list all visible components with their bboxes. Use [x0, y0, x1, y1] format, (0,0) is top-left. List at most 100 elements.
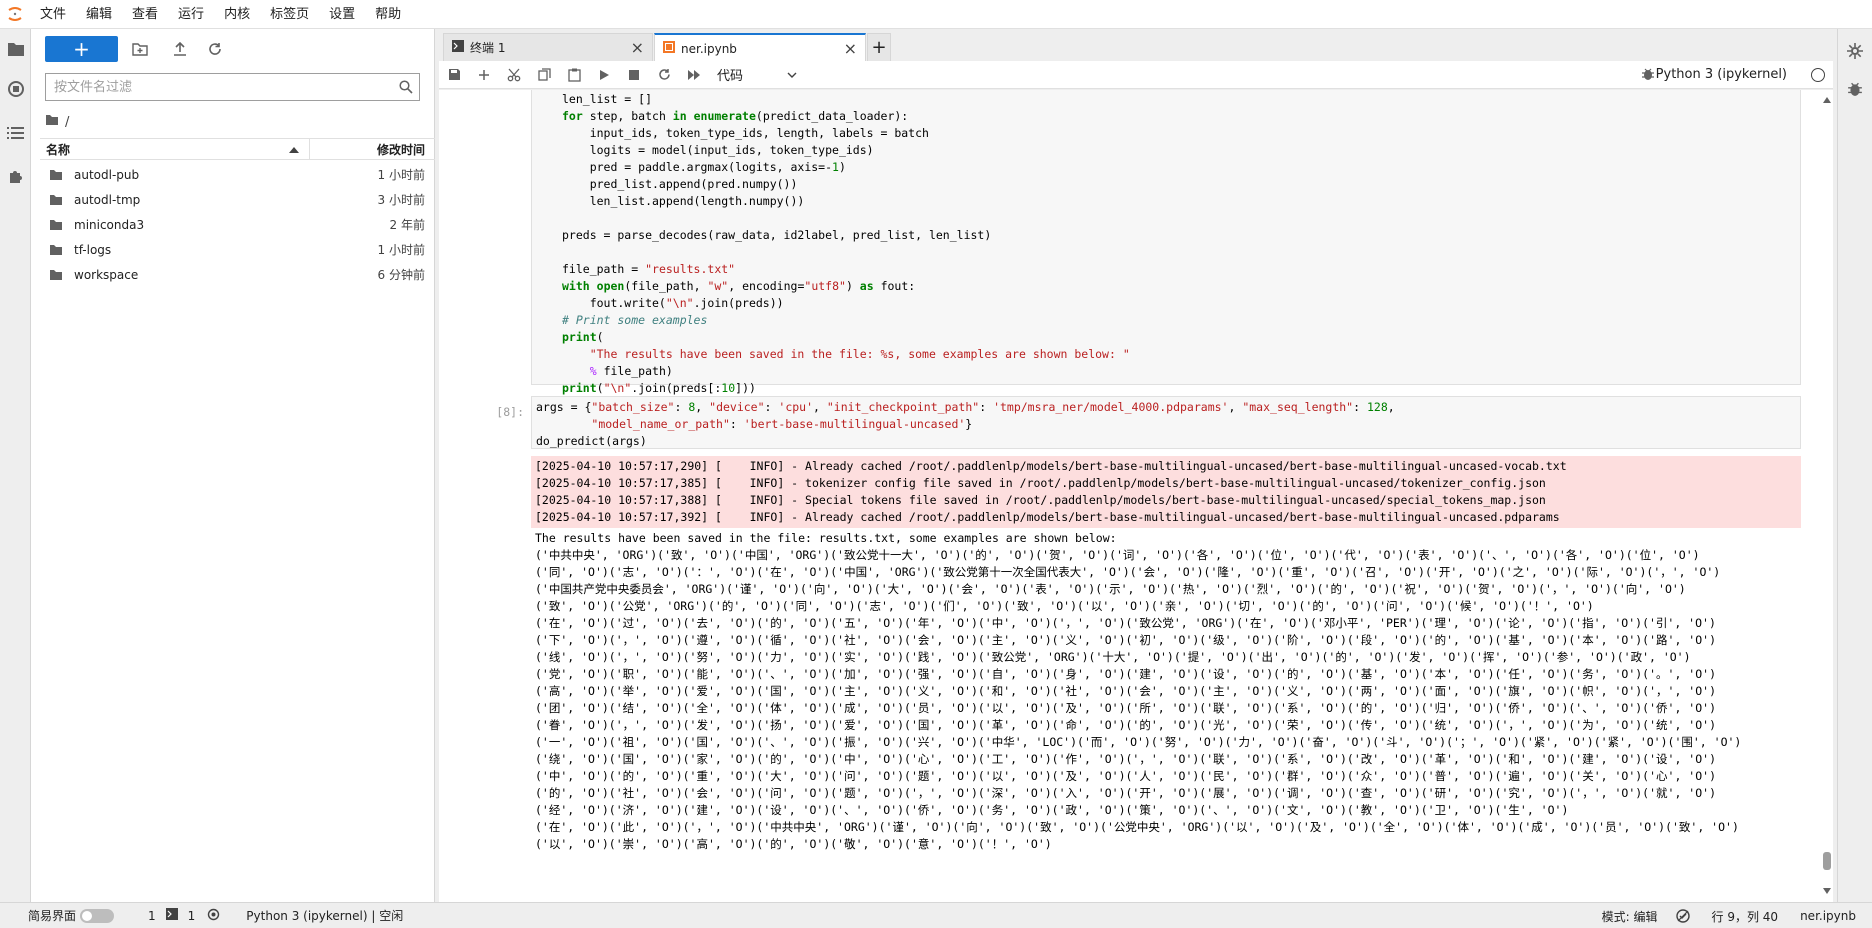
list-item[interactable]: miniconda3 2 年前 [40, 212, 435, 237]
list-item[interactable]: autodl-pub 1 小时前 [40, 162, 435, 187]
add-cell-icon[interactable] [469, 61, 499, 89]
kernel-status[interactable]: Python 3 (ipykernel) | 空闲 [240, 907, 409, 924]
code-line: % file_path) [589, 364, 673, 378]
menu-bar: 文件 编辑 查看 运行 内核 标签页 设置 帮助 [0, 0, 1872, 29]
terminal-count[interactable]: 1 1 [142, 908, 226, 924]
code-cell-editor[interactable]: pred_list = []len_list = []for step, bat… [531, 90, 1801, 395]
code-line: len_list.append(length.numpy()) [562, 194, 805, 208]
breadcrumb-root[interactable]: / [65, 115, 69, 130]
code-cell-editor[interactable]: args = {"batch_size": 8, "device": 'cpu'… [531, 396, 1801, 449]
tab-bar: 终端 1 × ner.ipynb × + [435, 29, 1837, 62]
breadcrumb: / [45, 111, 69, 133]
menu-item-7[interactable]: 帮助 [365, 0, 411, 29]
restart-icon[interactable] [649, 61, 679, 89]
code-line: ('的', 'O')('社', 'O')('会', 'O')('问', 'O')… [535, 786, 1716, 800]
running-icon[interactable] [4, 77, 28, 101]
status-right: 模式: 编辑 行 9，列 40 ner.ipynb [1596, 903, 1872, 928]
file-modified: 1 小时前 [377, 168, 425, 182]
jupyter-logo-icon [0, 0, 30, 29]
scroll-up-icon[interactable] [1823, 92, 1831, 107]
folder-icon [40, 194, 66, 206]
code-line: ('下', 'O')('，', 'O')('遵', 'O')('循', 'O')… [535, 633, 1716, 647]
new-launcher-button[interactable]: + [45, 36, 118, 62]
menu-item-1[interactable]: 编辑 [76, 0, 122, 29]
cut-icon[interactable] [499, 61, 529, 89]
refresh-icon[interactable] [202, 36, 228, 62]
menu-item-6[interactable]: 设置 [319, 0, 365, 29]
menu-item-5[interactable]: 标签页 [260, 0, 319, 29]
copy-icon[interactable] [529, 61, 559, 89]
code-line: ('在', 'O')('过', 'O')('去', 'O')('的', 'O')… [535, 616, 1716, 630]
code-line: pred = paddle.argmax(logits, axis=-1) [562, 160, 846, 174]
stop-icon[interactable] [619, 61, 649, 89]
code-line: ('中共中央', 'ORG')('致', 'O')('中国', 'ORG')('… [535, 548, 1700, 562]
cell-type-select[interactable]: 代码 [717, 65, 797, 84]
cursor-position[interactable]: 行 9，列 40 [1706, 908, 1785, 925]
column-name-header[interactable]: 名称 [40, 139, 310, 159]
code-line: ('中国共产党中央委员会', 'ORG')('谨', 'O')('向', 'O'… [535, 582, 1686, 596]
tab-notebook[interactable]: ner.ipynb × [654, 33, 866, 62]
filter-input[interactable] [46, 74, 393, 100]
file-name: tf-logs [74, 242, 112, 257]
code-line: do_predict(args) [536, 434, 647, 448]
code-line: [2025-04-10 10:57:17,392] [ INFO] - Alre… [535, 510, 1560, 524]
code-line: ('以', 'O')('崇', 'O')('高', 'O')('的', 'O')… [535, 837, 1052, 851]
menu-item-2[interactable]: 查看 [122, 0, 168, 29]
terminal-icon [452, 40, 464, 55]
code-line: input_ids, token_type_ids, length, label… [562, 126, 929, 140]
file-modified: 3 小时前 [377, 193, 425, 207]
new-folder-icon[interactable] [127, 36, 153, 62]
simple-mode-toggle[interactable] [80, 908, 115, 923]
filter-box [45, 73, 420, 101]
kernel-status-icon [1811, 68, 1825, 82]
paste-icon[interactable] [559, 61, 589, 89]
file-list-header: 名称 修改时间 [40, 138, 435, 160]
toc-icon[interactable] [4, 121, 28, 145]
code-line: [2025-04-10 10:57:17,385] [ INFO] - toke… [535, 476, 1546, 490]
menu-item-3[interactable]: 运行 [168, 0, 214, 29]
code-line: ('绕', 'O')('国', 'O')('家', 'O')('的', 'O')… [535, 752, 1716, 766]
run-icon[interactable] [589, 61, 619, 89]
list-item[interactable]: workspace 6 分钟前 [40, 262, 435, 287]
close-icon[interactable]: × [844, 39, 857, 58]
upload-icon[interactable] [167, 36, 193, 62]
code-line: ('线', 'O')('，', 'O')('努', 'O')('力', 'O')… [535, 650, 1691, 664]
tab-terminal[interactable]: 终端 1 × [443, 33, 653, 61]
scrollbar[interactable] [1821, 90, 1833, 902]
scroll-thumb[interactable] [1823, 852, 1831, 870]
folder-icon[interactable] [4, 37, 28, 61]
code-line: print( [562, 330, 604, 344]
notebook-content: pred_list = []len_list = []for step, bat… [439, 90, 1833, 902]
extension-icon[interactable] [4, 165, 28, 189]
save-icon[interactable] [439, 61, 469, 89]
close-icon[interactable]: × [631, 38, 644, 57]
chevron-down-icon [787, 67, 797, 82]
code-line: ('经', 'O')('济', 'O')('建', 'O')('设', 'O')… [535, 803, 1569, 817]
new-tab-button[interactable]: + [867, 33, 891, 61]
notebook-toolbar: 代码 Python 3 (ipykernel) [439, 61, 1833, 89]
current-filename: ner.ipynb [1800, 909, 1856, 923]
file-modified: 2 年前 [389, 218, 425, 232]
code-line: "The results have been saved in the file… [589, 347, 1130, 361]
kernel-name[interactable]: Python 3 (ipykernel) [1656, 61, 1787, 89]
list-item[interactable]: tf-logs 1 小时前 [40, 237, 435, 262]
code-line: ('同', 'O')('志', 'O')('：', 'O')('在', 'O')… [535, 565, 1721, 579]
tab-label: 终端 1 [470, 41, 506, 55]
menu-item-4[interactable]: 内核 [214, 0, 260, 29]
scroll-down-icon[interactable] [1823, 883, 1831, 898]
code-line: ('党', 'O')('职', 'O')('能', 'O')('、', 'O')… [535, 667, 1716, 681]
simple-mode: 简易界面 [0, 907, 120, 924]
list-item[interactable]: autodl-tmp 3 小时前 [40, 187, 435, 212]
fast-forward-icon[interactable] [679, 61, 709, 89]
property-inspector-icon[interactable] [1847, 43, 1863, 63]
folder-icon[interactable] [45, 114, 59, 130]
debugger-icon[interactable] [1641, 67, 1655, 85]
debugger-icon[interactable] [1847, 81, 1863, 101]
column-modified-header[interactable]: 修改时间 [310, 141, 435, 158]
code-line: with open(file_path, "w", encoding="utf8… [562, 279, 916, 293]
menu-item-0[interactable]: 文件 [30, 0, 76, 29]
cell-prompt: [8]: [496, 405, 524, 419]
trusted-icon[interactable] [1670, 909, 1696, 923]
code-line: ('一', 'O')('祖', 'O')('国', 'O')('、', 'O')… [535, 735, 1742, 749]
